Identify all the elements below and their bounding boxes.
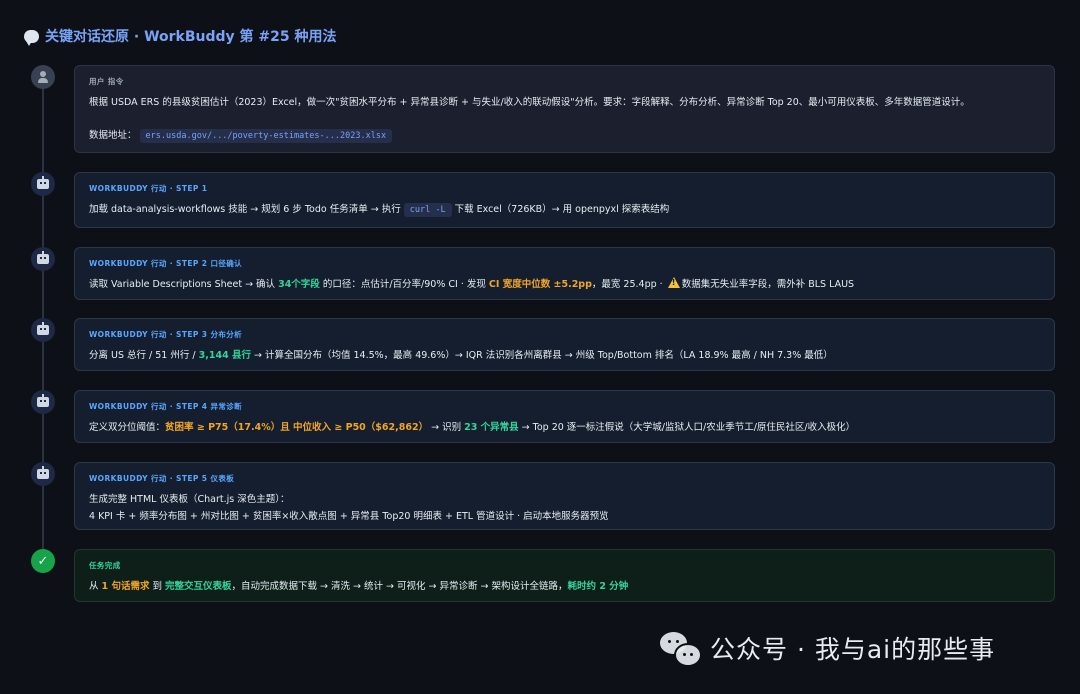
text-segment: 加载 data-analysis-workflows 技能 → 规划 6 步 T… bbox=[89, 204, 404, 215]
speech-bubble-icon bbox=[24, 29, 39, 46]
step-3-card: WORKBUDDY 行动 · STEP 3 分布分析 分离 US 总行 / 51… bbox=[74, 318, 1055, 371]
text-segment: 定义双分位阈值： bbox=[89, 422, 166, 433]
text-segment: ，自动完成数据下载 → 清洗 → 统计 → 可视化 → 异常诊断 → 架构设计全… bbox=[231, 581, 568, 592]
text-segment: → 识别 bbox=[428, 422, 465, 433]
watermark-text: 公众号 · 我与ai的那些事 bbox=[710, 635, 996, 664]
task-complete-card: 任务完成 从 1 句话需求 到 完整交互仪表板，自动完成数据下载 → 清洗 → … bbox=[74, 549, 1055, 602]
step-2-text: 读取 Variable Descriptions Sheet → 确认 34个字… bbox=[89, 276, 1040, 293]
step-3-text: 分离 US 总行 / 51 州行 / 3,144 县行 → 计算全国分布（均值 … bbox=[89, 347, 1040, 364]
watermark: 公众号 · 我与ai的那些事 bbox=[660, 630, 996, 667]
text-segment: 读取 Variable Descriptions Sheet → 确认 bbox=[89, 279, 279, 290]
page-title: 关键对话还原 · WorkBuddy 第 #25 种用法 bbox=[24, 26, 336, 46]
user-avatar-icon bbox=[31, 65, 55, 89]
check-mark-icon: ✓ bbox=[31, 549, 55, 573]
page-title-text: 关键对话还原 · WorkBuddy 第 #25 种用法 bbox=[45, 29, 337, 45]
highlight-one-sentence: 1 句话需求 bbox=[101, 581, 150, 592]
step-2-card: WORKBUDDY 行动 · STEP 2 口径确认 读取 Variable D… bbox=[74, 247, 1055, 300]
robot-icon bbox=[31, 172, 55, 196]
text-segment: → 计算全国分布（均值 14.5%，最高 49.6%）→ IQR 法识别各州离群… bbox=[250, 350, 833, 361]
robot-icon bbox=[31, 247, 55, 271]
text-segment: 数据集无失业率字段，需外补 BLS LAUS bbox=[681, 279, 855, 290]
step-5-line-2: 4 KPI 卡 + 频率分布图 + 州对比图 + 贫困率×收入散点图 + 异常县… bbox=[89, 511, 609, 522]
card-label: WORKBUDDY 行动 · STEP 5 仪表板 bbox=[89, 474, 235, 483]
step-5-card: WORKBUDDY 行动 · STEP 5 仪表板 生成完整 HTML 仪表板（… bbox=[74, 462, 1055, 530]
robot-icon bbox=[31, 462, 55, 486]
data-url-code[interactable]: ers.usda.gov/.../poverty-estimates-...20… bbox=[139, 129, 393, 143]
command-code: curl -L bbox=[403, 203, 452, 217]
card-label: 任务完成 bbox=[89, 561, 121, 570]
step-5-line-1: 生成完整 HTML 仪表板（Chart.js 深色主题）： bbox=[89, 494, 290, 505]
step-1-card: WORKBUDDY 行动 · STEP 1 加载 data-analysis-w… bbox=[74, 172, 1055, 228]
highlight-duration: 耗时约 2 分钟 bbox=[567, 581, 629, 592]
data-url-label: 数据地址： bbox=[89, 130, 137, 141]
text-segment: ，最宽 25.4pp · bbox=[591, 279, 666, 290]
step-4-card: WORKBUDDY 行动 · STEP 4 异常诊断 定义双分位阈值：贫困率 ≥… bbox=[74, 390, 1055, 443]
highlight-field-count: 34个字段 bbox=[278, 279, 320, 290]
card-label: WORKBUDDY 行动 · STEP 4 异常诊断 bbox=[89, 402, 243, 411]
card-label: WORKBUDDY 行动 · STEP 2 口径确认 bbox=[89, 259, 243, 268]
highlight-dashboard: 完整交互仪表板 bbox=[165, 581, 232, 592]
robot-icon bbox=[31, 318, 55, 342]
text-segment: 到 bbox=[149, 581, 165, 592]
text-segment: 分离 US 总行 / 51 州行 / bbox=[89, 350, 199, 361]
instruction-text: 根据 USDA ERS 的县级贫困估计（2023）Excel，做一次"贫困水平分… bbox=[89, 97, 970, 108]
highlight-threshold: 贫困率 ≥ P75（17.4%）且 中位收入 ≥ P50（$62,862） bbox=[165, 422, 429, 433]
user-instruction-card: 用户 指令 根据 USDA ERS 的县级贫困估计（2023）Excel，做一次… bbox=[74, 65, 1055, 153]
highlight-county-count: 3,144 县行 bbox=[198, 350, 251, 361]
step-1-text: 加载 data-analysis-workflows 技能 → 规划 6 步 T… bbox=[89, 201, 1040, 219]
card-label: 用户 指令 bbox=[89, 77, 124, 86]
text-segment: 从 bbox=[89, 581, 102, 592]
text-segment: 下载 Excel（726KB）→ 用 openpyxl 探索表结构 bbox=[451, 204, 670, 215]
task-complete-text: 从 1 句话需求 到 完整交互仪表板，自动完成数据下载 → 清洗 → 统计 → … bbox=[89, 578, 1040, 595]
text-segment: → Top 20 逐一标注假说（大学城/监狱人口/农业季节工/原住民社区/收入极… bbox=[518, 422, 856, 433]
card-label: WORKBUDDY 行动 · STEP 3 分布分析 bbox=[89, 330, 243, 339]
highlight-ci-width: CI 宽度中位数 ±5.2pp bbox=[488, 279, 592, 290]
data-url-line: 数据地址： ers.usda.gov/.../poverty-estimates… bbox=[89, 127, 1040, 145]
card-label: WORKBUDDY 行动 · STEP 1 bbox=[89, 184, 208, 193]
wechat-icon bbox=[660, 630, 702, 667]
text-segment: 的口径：点估计/百分率/90% CI · 发现 bbox=[319, 279, 489, 290]
highlight-anomaly-count: 23 个异常县 bbox=[464, 422, 519, 433]
robot-icon bbox=[31, 390, 55, 414]
step-4-text: 定义双分位阈值：贫困率 ≥ P75（17.4%）且 中位收入 ≥ P50（$62… bbox=[89, 419, 1040, 436]
warning-icon bbox=[667, 277, 680, 288]
